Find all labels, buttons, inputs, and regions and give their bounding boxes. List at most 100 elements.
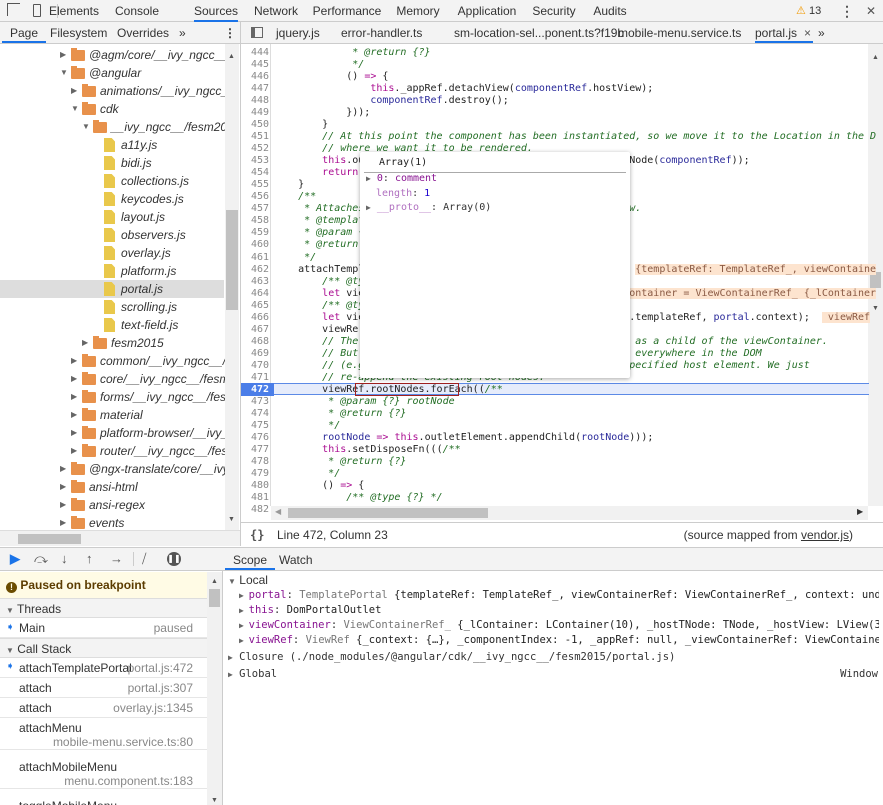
collapsed-arrow-icon[interactable]: ▶ — [71, 406, 77, 424]
tree-file[interactable]: a11y.js — [0, 136, 224, 154]
tab-overrides[interactable]: Overrides — [117, 22, 169, 43]
collapsed-arrow-icon[interactable]: ▶ — [60, 496, 66, 514]
scope-variable[interactable]: ▶ portal: TemplatePortal {templateRef: T… — [239, 588, 879, 603]
step-out-icon[interactable]: ↑ — [86, 551, 93, 566]
tree-folder[interactable]: ▶ ansi-html — [0, 478, 224, 496]
tab-filesystem[interactable]: Filesystem — [50, 22, 107, 43]
line-number[interactable]: 464 — [241, 288, 269, 300]
editor-tab[interactable]: jquery.js — [276, 22, 320, 43]
scope-variable[interactable]: ▶ viewContainer: ViewContainerRef_ {_lCo… — [239, 618, 879, 633]
tab-scope[interactable]: Scope — [225, 549, 276, 570]
tab-application[interactable]: Application — [458, 0, 517, 22]
line-number[interactable]: 477 — [241, 444, 269, 456]
tab-security[interactable]: Security — [532, 0, 575, 22]
warning-icon[interactable]: ⚠ — [796, 4, 806, 17]
collapsed-arrow-icon[interactable]: ▶ — [60, 478, 66, 496]
close-devtools-icon[interactable]: ✕ — [866, 4, 876, 18]
tree-folder[interactable]: ▶ forms/__ivy_ngcc__/fesm2015 — [0, 388, 225, 406]
line-number[interactable]: 457 — [241, 203, 269, 215]
line-number[interactable]: 470 — [241, 360, 269, 372]
line-number[interactable]: 466 — [241, 312, 269, 324]
tree-folder[interactable]: ▶ @ngx-translate/core/__ivy_ngcc — [0, 460, 225, 478]
callstack-frame[interactable]: attach overlay.js:1345 — [0, 698, 207, 718]
line-number[interactable]: 453 — [241, 155, 269, 167]
tab-watch[interactable]: Watch — [279, 549, 313, 570]
tree-horizontal-scrollbar[interactable] — [0, 530, 240, 546]
collapsed-arrow-icon[interactable]: ▶ — [60, 46, 66, 64]
editor-horizontal-scrollbar[interactable]: ◀ ▶ — [271, 506, 868, 520]
collapsed-arrow-icon[interactable]: ▶ — [71, 388, 77, 406]
scope-variable[interactable]: ▶ viewRef: ViewRef {_context: {…}, _comp… — [239, 633, 879, 648]
line-number[interactable]: 482 — [241, 504, 269, 516]
collapsed-arrow-icon[interactable]: ▶ — [60, 514, 66, 530]
tree-file[interactable]: scrolling.js — [0, 298, 224, 316]
callstack-frame[interactable]: attach portal.js:307 — [0, 678, 207, 698]
tree-folder[interactable]: ▶ router/__ivy_ngcc__/fesm2015 — [0, 442, 225, 460]
threads-header[interactable]: ▼ Threads — [0, 598, 207, 618]
tree-folder[interactable]: ▶ core/__ivy_ngcc__/fesm2015 — [0, 370, 225, 388]
line-number[interactable]: 465 — [241, 300, 269, 312]
callstack-frame[interactable]: ➧ attachTemplatePortal portal.js:472 — [0, 658, 207, 678]
callstack-frame[interactable]: attachMobileMenu menu.component.ts:183 — [0, 757, 207, 789]
pause-on-exceptions-icon[interactable]: ❚❚ — [167, 552, 181, 566]
tab-network[interactable]: Network — [254, 0, 298, 22]
resume-icon[interactable]: ▶ — [10, 551, 20, 567]
step-icon[interactable]: → — [110, 551, 123, 566]
editor-tab[interactable]: portal.js × — [755, 22, 814, 44]
tree-folder[interactable]: ▼ cdk — [0, 100, 224, 118]
frame-location[interactable]: overlay.js:1345 — [113, 701, 193, 715]
line-number[interactable]: 460 — [241, 239, 269, 251]
tree-vertical-scrollbar[interactable]: ▲ ▼ — [225, 44, 239, 530]
line-number[interactable]: 461 — [241, 252, 269, 264]
line-number[interactable]: 467 — [241, 324, 269, 336]
collapsed-arrow-icon[interactable]: ▶ — [71, 352, 77, 370]
tree-file[interactable]: platform.js — [0, 262, 224, 280]
tree-folder[interactable]: ▶ ansi-regex — [0, 496, 224, 514]
frame-location[interactable]: portal.js:472 — [128, 661, 193, 675]
line-number[interactable]: 456 — [241, 191, 269, 203]
line-number[interactable]: 444 — [241, 47, 269, 59]
line-number[interactable]: 462 — [241, 264, 269, 276]
more-options-icon[interactable]: ⋮ — [840, 3, 854, 20]
line-number[interactable]: 455 — [241, 179, 269, 191]
inspect-element-icon[interactable] — [7, 3, 20, 16]
line-number[interactable]: 449 — [241, 107, 269, 119]
line-number[interactable]: 452 — [241, 143, 269, 155]
tree-folder[interactable]: ▶ platform-browser/__ivy_ngcc — [0, 424, 225, 442]
thread-item[interactable]: ➧ Main paused — [0, 618, 207, 638]
collapsed-arrow-icon[interactable]: ▶ — [60, 460, 66, 478]
line-number[interactable]: 478 — [241, 456, 269, 468]
step-over-icon[interactable]: ⤼ — [34, 551, 48, 567]
tree-folder[interactable]: ▶ @agm/core/__ivy_ngcc__/fesm2 — [0, 46, 225, 64]
scope-closure[interactable]: ▶ Closure (./node_modules/@angular/cdk/_… — [228, 650, 675, 665]
tree-folder[interactable]: ▶ animations/__ivy_ngcc__/fesm — [0, 82, 225, 100]
scope-global[interactable]: ▶ Global Window — [228, 667, 878, 682]
close-tab-icon[interactable]: × — [804, 22, 811, 44]
tree-file[interactable]: portal.js — [0, 280, 224, 298]
expanded-arrow-icon[interactable]: ▼ — [60, 64, 68, 82]
tree-file[interactable]: layout.js — [0, 208, 224, 226]
callstack-frame[interactable]: attachMenu mobile-menu.service.ts:80 — [0, 718, 207, 750]
tree-folder[interactable]: ▼ @angular — [0, 64, 224, 82]
popover-row-proto[interactable]: ▶ __proto__: Array(0) — [366, 201, 491, 216]
tree-file[interactable]: collections.js — [0, 172, 224, 190]
line-number[interactable]: 446 — [241, 71, 269, 83]
popover-row-0[interactable]: ▶ 0: comment — [366, 172, 491, 187]
tree-folder[interactable]: ▶ events — [0, 514, 224, 530]
tab-console[interactable]: Console — [115, 0, 159, 22]
line-number[interactable]: 458 — [241, 215, 269, 227]
tree-file[interactable]: observers.js — [0, 226, 224, 244]
line-number[interactable]: 472 — [241, 384, 269, 396]
expanded-arrow-icon[interactable]: ▼ — [82, 118, 90, 136]
collapsed-arrow-icon[interactable]: ▶ — [82, 334, 88, 352]
step-into-icon[interactable]: ↓ — [61, 551, 68, 566]
frame-location[interactable]: menu.component.ts:183 — [64, 774, 193, 788]
callstack-frame[interactable]: toggleMobileMenumenu.component.ts:221 — [0, 796, 207, 805]
source-map-link[interactable]: vendor.js — [801, 528, 849, 542]
line-number[interactable]: 468 — [241, 336, 269, 348]
line-number[interactable]: 454 — [241, 167, 269, 179]
line-number[interactable]: 450 — [241, 119, 269, 131]
line-number[interactable]: 474 — [241, 408, 269, 420]
line-number[interactable]: 473 — [241, 396, 269, 408]
frame-location[interactable]: portal.js:307 — [128, 681, 193, 695]
